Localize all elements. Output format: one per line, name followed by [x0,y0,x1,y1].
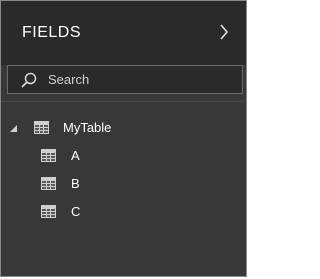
chevron-right-icon [220,24,229,40]
table-icon [34,121,49,134]
tree-item-label: MyTable [63,120,112,135]
tree-item-field-b[interactable]: B [1,172,246,196]
pane-header: FIELDS [1,1,246,65]
expanded-triangle-icon[interactable] [8,123,18,133]
tree-item-label: B [71,176,80,191]
table-icon [41,149,56,162]
tree-item-field-c[interactable]: C [1,200,246,224]
tree-item-field-a[interactable]: A [1,144,246,168]
table-icon [41,205,56,218]
divider [1,101,246,102]
search-icon [21,72,37,88]
tree-item-label: C [71,204,81,219]
search-input[interactable] [48,69,233,90]
table-icon [41,177,56,190]
fields-pane: FIELDS MyTable [0,0,247,277]
tree-item-label: A [71,148,80,163]
pane-title: FIELDS [22,24,82,41]
search-box[interactable] [7,65,243,94]
tree-item-mytable[interactable]: MyTable [1,116,246,140]
collapse-pane-button[interactable] [213,21,235,43]
